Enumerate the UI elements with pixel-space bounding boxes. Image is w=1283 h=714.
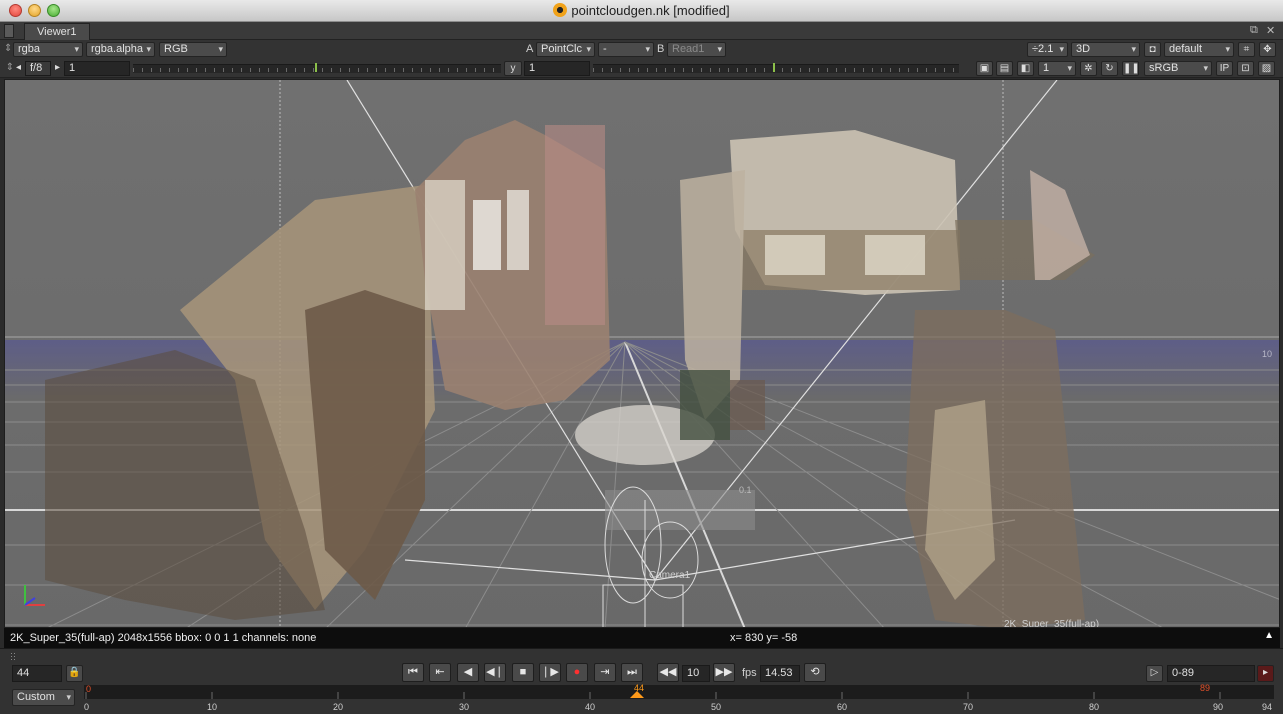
play-backward-button[interactable]: ◀❘ xyxy=(484,663,506,682)
window-title-area: pointcloudgen.nk [modified] xyxy=(0,3,1283,18)
tick-label: 0 xyxy=(84,702,90,712)
tick-label: 20 xyxy=(333,702,344,712)
next-keyframe-button[interactable]: ⇥ xyxy=(594,663,616,682)
fstop-value[interactable]: f/8 xyxy=(25,61,51,76)
fps-label: fps xyxy=(742,667,757,679)
title-bar: pointcloudgen.nk [modified] xyxy=(0,0,1283,22)
out-point-marker[interactable]: 89 xyxy=(1200,683,1210,693)
gamma-toggle[interactable]: y xyxy=(504,61,522,76)
tick-label: 10 xyxy=(207,702,218,712)
pane-tab-bar: Viewer1 ⧉ ✕ xyxy=(0,22,1283,40)
pause-icon[interactable]: ❚❚ xyxy=(1122,61,1140,76)
in-point-marker[interactable]: 0 xyxy=(86,684,91,694)
close-pane-icon[interactable]: ✕ xyxy=(1266,24,1275,37)
flipbook-icon[interactable]: ▷ xyxy=(1146,665,1163,682)
grid-label-a: 10 xyxy=(1262,349,1272,359)
window-title: pointcloudgen.nk [modified] xyxy=(571,3,730,18)
viewer-settings-icon[interactable]: ▨ xyxy=(1258,61,1275,76)
camera-label: Camera1 xyxy=(649,570,691,581)
info-bar-collapse-icon[interactable]: ▲ xyxy=(1264,630,1274,641)
timeline-drag-handle[interactable] xyxy=(10,652,16,661)
colorspace-dropdown[interactable]: sRGB xyxy=(1144,61,1212,76)
tick-label: 90 xyxy=(1213,702,1224,712)
viewer-toolbar-bottom: ⇕ ◂ f/8 ▸ 1 y 1 ▣ ▤ ◧ 1 ✲ ↻ ❚❚ sRGB IP ⊡… xyxy=(0,59,1283,78)
fstop-increase-icon[interactable]: ▸ xyxy=(52,61,63,76)
stop-button[interactable]: ■ xyxy=(512,663,534,682)
skip-back-increment-button[interactable]: ◀◀ xyxy=(657,663,679,682)
gamma-input[interactable]: 1 xyxy=(524,61,590,76)
tab-viewer1[interactable]: Viewer1 xyxy=(24,23,90,40)
gain-input[interactable]: 1 xyxy=(64,61,130,76)
input-b-label: B xyxy=(657,43,665,55)
viewer-3d-canvas[interactable]: 10 0.1 Camera1 2K_Super_35(full-ap) xyxy=(4,79,1280,628)
viewer-toolbar-top: ⇕ rgba rgba.alpha RGB A PointClc - B Rea… xyxy=(0,40,1283,59)
format-center-icon[interactable]: ▤ xyxy=(996,61,1013,76)
view-mode-dropdown[interactable]: 3D xyxy=(1071,42,1140,57)
input-process-button[interactable]: IP xyxy=(1216,61,1233,76)
lock-range-icon[interactable]: 🔒 xyxy=(66,665,83,682)
pane-menu-handle[interactable] xyxy=(4,24,14,38)
viewer-info-bar: 2K_Super_35(full-ap) 2048x1556 bbox: 0 0… xyxy=(4,628,1280,648)
refresh-icon[interactable]: ↻ xyxy=(1101,61,1118,76)
last-frame-button[interactable]: ⏭ xyxy=(621,663,643,682)
play-forward-button[interactable]: ❘▶ xyxy=(539,663,561,682)
input-b-dropdown[interactable]: Read1 xyxy=(667,42,726,57)
camera-lock-icon[interactable]: ◘ xyxy=(1144,42,1161,57)
first-frame-button[interactable]: ⏮ xyxy=(402,663,424,682)
record-button[interactable]: ● xyxy=(566,663,588,682)
current-frame-input[interactable]: 44 xyxy=(12,665,62,682)
format-info: 2K_Super_35(full-ap) 2048x1556 bbox: 0 0… xyxy=(10,632,317,644)
pin-icon[interactable]: ✥ xyxy=(1259,42,1276,57)
tick-label: 94 xyxy=(1262,702,1273,712)
toolbar-arrows-icon[interactable]: ⇕ xyxy=(4,42,12,57)
tick-label: 30 xyxy=(459,702,470,712)
current-frame-marker[interactable]: 44 xyxy=(634,683,644,693)
increment-input[interactable]: 10 xyxy=(682,665,710,682)
gain-slider-ticks xyxy=(133,68,501,72)
safe-area-icon[interactable]: ▣ xyxy=(976,61,993,76)
display-channel-dropdown[interactable]: RGB xyxy=(159,42,227,57)
frame-slider-ticks xyxy=(85,691,1221,699)
range-toggle-icon[interactable]: ▸ xyxy=(1257,665,1274,682)
loop-mode-button[interactable]: ⟲ xyxy=(804,663,826,682)
fstop-decrease-icon[interactable]: ◂ xyxy=(13,61,24,76)
cursor-coordinates: x= 830 y= -58 xyxy=(730,632,798,644)
clipping-warning-icon[interactable]: ✲ xyxy=(1080,61,1097,76)
input-a-label: A xyxy=(526,43,534,55)
gamma-slider-handle[interactable] xyxy=(773,63,775,72)
frame-slider[interactable] xyxy=(84,685,1274,699)
lut-dropdown[interactable]: default xyxy=(1164,42,1234,57)
float-pane-icon[interactable]: ⧉ xyxy=(1250,24,1258,37)
tick-label: 80 xyxy=(1089,702,1100,712)
previous-frame-button[interactable]: ◀ xyxy=(457,663,479,682)
zoom-dropdown[interactable]: ÷2.1 xyxy=(1027,42,1068,57)
point-cloud-scene: 10 0.1 xyxy=(5,80,1279,627)
previous-keyframe-button[interactable]: ⇤ xyxy=(429,663,451,682)
timeline-panel: 44 🔒 ⏮ ⇤ ◀ ◀❘ ■ ❘▶ ● ⇥ ⏭ ◀◀ 10 ▶▶ fps 14… xyxy=(0,648,1283,714)
gain-slider[interactable] xyxy=(133,63,501,73)
input-a-dropdown[interactable]: PointClc xyxy=(536,42,595,57)
gamma-slider-ticks xyxy=(593,68,959,72)
wipe-mode-dropdown[interactable]: - xyxy=(598,42,654,57)
nuke-app-icon xyxy=(553,3,568,17)
gamma-slider[interactable] xyxy=(593,63,959,73)
monitor-output-icon[interactable]: ⊡ xyxy=(1237,61,1254,76)
channels-dropdown[interactable]: rgba xyxy=(13,42,83,57)
roi-icon[interactable]: ⌗ xyxy=(1238,42,1255,57)
format-label: 2K_Super_35(full-ap) xyxy=(1004,619,1100,628)
tick-label: 70 xyxy=(963,702,974,712)
fps-input[interactable]: 14.53 xyxy=(760,665,800,682)
skip-forward-increment-button[interactable]: ▶▶ xyxy=(713,663,735,682)
alpha-channel-dropdown[interactable]: rgba.alpha xyxy=(86,42,155,57)
frame-range-input[interactable]: 0-89 xyxy=(1167,665,1255,682)
tick-label: 60 xyxy=(837,702,848,712)
grid-label-b: 0.1 xyxy=(739,485,752,495)
gain-slider-handle[interactable] xyxy=(315,63,317,72)
proxy-dropdown[interactable]: 1 xyxy=(1038,61,1076,76)
range-mode-dropdown[interactable]: Custom xyxy=(12,689,75,706)
tick-label: 40 xyxy=(585,702,596,712)
tick-label: 50 xyxy=(711,702,722,712)
proxy-icon[interactable]: ◧ xyxy=(1017,61,1034,76)
